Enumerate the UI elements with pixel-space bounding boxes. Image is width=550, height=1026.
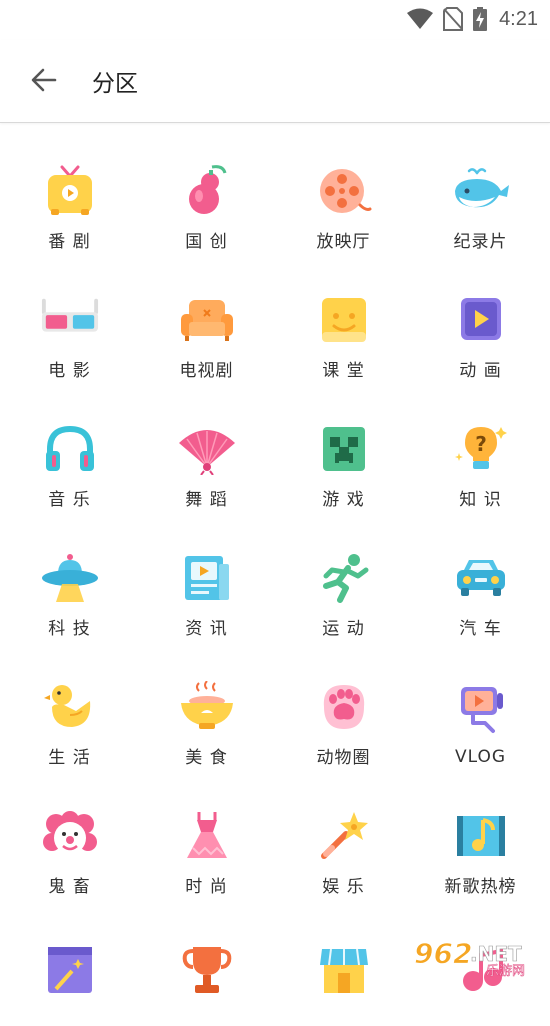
category-item-meishi[interactable]: 美 食 (138, 639, 275, 768)
category-item-guochuang[interactable]: 国 创 (138, 123, 275, 252)
category-label: 游 戏 (322, 490, 365, 510)
category-label: 知 识 (459, 490, 502, 510)
star-wand-icon (320, 812, 368, 859)
paw-icon (323, 685, 364, 729)
category-item-dongwuquan[interactable]: 动物圈 (275, 639, 412, 768)
watermark-number: 962 (414, 937, 472, 970)
category-label: 动 画 (459, 361, 502, 381)
newspaper-icon (184, 556, 229, 600)
film-reel-icon (319, 169, 371, 213)
watermark-suffix: .NET (470, 942, 522, 966)
category-item-wudao[interactable]: 舞 蹈 (138, 381, 275, 510)
back-button[interactable] (22, 60, 66, 100)
category-label: 娱 乐 (322, 877, 365, 897)
category-item-partial-3[interactable] (275, 897, 412, 1026)
category-item-ketang[interactable]: 课 堂 (275, 252, 412, 381)
category-item-guichu[interactable]: 鬼 畜 (1, 768, 138, 897)
category-item-fangyingting[interactable]: 放映厅 (275, 123, 412, 252)
trophy-icon (182, 947, 231, 993)
sofa-icon (180, 300, 233, 341)
category-label: 运 动 (322, 619, 365, 639)
ufo-icon (41, 554, 98, 602)
category-item-vlog[interactable]: VLOG (412, 639, 549, 768)
magic-board-icon (47, 947, 92, 993)
category-label: 资 讯 (185, 619, 228, 639)
back-arrow-icon (31, 68, 57, 92)
category-label: 汽 车 (459, 619, 502, 639)
category-label: 纪录片 (453, 232, 508, 252)
category-label: 电视剧 (179, 361, 234, 381)
tv-icon (47, 165, 92, 215)
category-label: 国 创 (185, 232, 228, 252)
car-icon (456, 560, 505, 596)
shop-icon (319, 948, 368, 993)
clown-icon (42, 811, 97, 854)
battery-charging-icon (473, 7, 488, 31)
category-item-xingeregbang[interactable]: 新歌热榜 (412, 768, 549, 897)
category-label: 放映厅 (316, 232, 371, 252)
category-item-yundong[interactable]: 运 动 (275, 510, 412, 639)
category-item-yule[interactable]: 娱 乐 (275, 768, 412, 897)
category-item-jilupian[interactable]: 纪录片 (412, 123, 549, 252)
creeper-icon (322, 427, 365, 471)
app-bar: 分区 (0, 40, 550, 123)
fan-icon (178, 430, 235, 475)
category-item-dianying[interactable]: 电 影 (1, 252, 138, 381)
vlog-camera-icon (460, 687, 503, 733)
category-label: 动物圈 (316, 748, 371, 768)
watermark-logo: 962 .NET 乐游网 (414, 937, 526, 978)
animation-play-icon (460, 298, 501, 340)
category-item-qiche[interactable]: 汽 车 (412, 510, 549, 639)
whale-icon (454, 168, 509, 208)
category-item-keji[interactable]: 科 技 (1, 510, 138, 639)
duck-icon (43, 685, 90, 727)
category-label: 新歌热榜 (444, 877, 517, 897)
category-label: VLOG (454, 747, 507, 767)
runner-icon (322, 554, 368, 603)
category-item-shishang[interactable]: 时 尚 (138, 768, 275, 897)
status-time: 4:21 (499, 7, 538, 30)
category-item-zixun[interactable]: 资 讯 (138, 510, 275, 639)
category-label: 番 剧 (48, 232, 91, 252)
category-label: 课 堂 (322, 361, 365, 381)
svg-text:?: ? (475, 432, 487, 456)
category-label: 音 乐 (48, 490, 91, 510)
no-sim-icon (443, 7, 464, 31)
category-label: 科 技 (48, 619, 91, 639)
category-item-yinyue[interactable]: 音 乐 (1, 381, 138, 510)
category-item-zhishi[interactable]: ? 知 识 (412, 381, 549, 510)
3d-glasses-icon (41, 298, 98, 332)
wifi-icon (407, 8, 434, 29)
watermark-subtitle: 乐游网 (486, 964, 525, 977)
category-label: 生 活 (48, 748, 91, 768)
category-label: 美 食 (185, 748, 228, 768)
category-label: 舞 蹈 (185, 490, 228, 510)
classroom-icon (321, 298, 366, 342)
dress-icon (186, 812, 227, 858)
category-item-fanju[interactable]: 番 剧 (1, 123, 138, 252)
gourd-icon (188, 165, 226, 214)
headphones-icon (45, 425, 94, 471)
category-label: 电 影 (48, 361, 91, 381)
page-title: 分区 (92, 71, 138, 97)
category-item-donghua[interactable]: 动 画 (412, 252, 549, 381)
status-bar: 4:21 (0, 0, 550, 40)
category-label: 时 尚 (185, 877, 228, 897)
category-item-dianshiju[interactable]: 电视剧 (138, 252, 275, 381)
category-label: 鬼 畜 (48, 877, 91, 897)
food-bowl-icon (180, 681, 233, 729)
category-item-partial-2[interactable] (138, 897, 275, 1026)
lightbulb-question-icon: ? (454, 427, 507, 469)
category-item-shenghuo[interactable]: 生 活 (1, 639, 138, 768)
category-item-partial-1[interactable] (1, 897, 138, 1026)
category-item-youxi[interactable]: 游 戏 (275, 381, 412, 510)
music-chart-icon (456, 816, 505, 856)
